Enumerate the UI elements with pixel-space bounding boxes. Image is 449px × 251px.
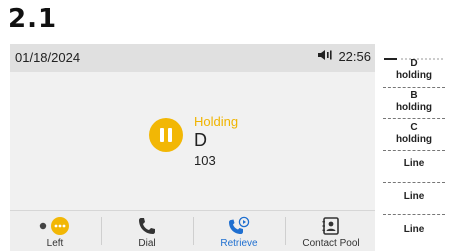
softkey-retrieve[interactable]: Retrieve	[194, 211, 284, 251]
call-status: Holding	[194, 114, 239, 129]
line-key-divider	[383, 150, 445, 151]
line-key-title: Line	[403, 224, 425, 235]
status-date: 01/18/2024	[15, 50, 81, 65]
caller-number: 103	[194, 153, 216, 168]
line-key-3[interactable]: C holding	[383, 122, 445, 146]
phone-retrieve-icon	[228, 215, 250, 237]
status-bar: 01/18/2024 22:56	[10, 44, 375, 72]
line-key-divider	[383, 87, 445, 88]
status-time: 22:56	[338, 49, 371, 64]
line-key-title: Line	[403, 158, 425, 169]
line-key-state: holding	[395, 102, 433, 113]
softkey-contact-pool[interactable]: Contact Pool	[286, 211, 376, 251]
line-key-divider	[383, 182, 445, 183]
line-key-divider	[383, 118, 445, 119]
line-key-panel: D holding B holding C holding Line Line …	[383, 44, 449, 250]
call-display: Holding D 103	[10, 72, 375, 210]
line-key-state: holding	[395, 134, 433, 145]
contact-book-icon	[321, 215, 341, 237]
line-key-title: D	[410, 58, 418, 69]
line-key-5[interactable]: Line	[383, 191, 445, 203]
line-key-divider	[383, 214, 445, 215]
line-key-state: holding	[395, 70, 433, 81]
softkey-label: Dial	[138, 238, 156, 249]
status-right: 22:56	[316, 49, 371, 64]
line-key-title: B	[410, 90, 418, 101]
line-key-6[interactable]: Line	[383, 224, 445, 236]
softkey-bar: Left Dial Retrieve Contact Pool	[10, 210, 375, 251]
softkey-label: Left	[46, 238, 64, 249]
speaker-volume-icon	[316, 49, 334, 64]
phone-handset-icon	[137, 215, 157, 237]
caller-name: D	[194, 130, 207, 150]
line-key-title: C	[410, 122, 418, 133]
line-key-title: Line	[403, 191, 425, 202]
softkey-label: Contact Pool	[302, 238, 360, 249]
line-key-2[interactable]: B holding	[383, 90, 445, 114]
pause-circle-icon	[149, 118, 183, 152]
call-info: Holding D 103	[194, 114, 238, 168]
softkey-left[interactable]: Left	[10, 211, 100, 251]
softkey-dial[interactable]: Dial	[102, 211, 192, 251]
more-dots-icon	[38, 215, 72, 237]
line-key-4[interactable]: Line	[383, 158, 445, 170]
section-heading: 2.1	[8, 4, 58, 34]
line-key-1[interactable]: D holding	[383, 58, 445, 82]
phone-screen: 01/18/2024 22:56 Holding D 103 Left Dial…	[10, 44, 375, 251]
softkey-label: Retrieve	[220, 238, 258, 249]
